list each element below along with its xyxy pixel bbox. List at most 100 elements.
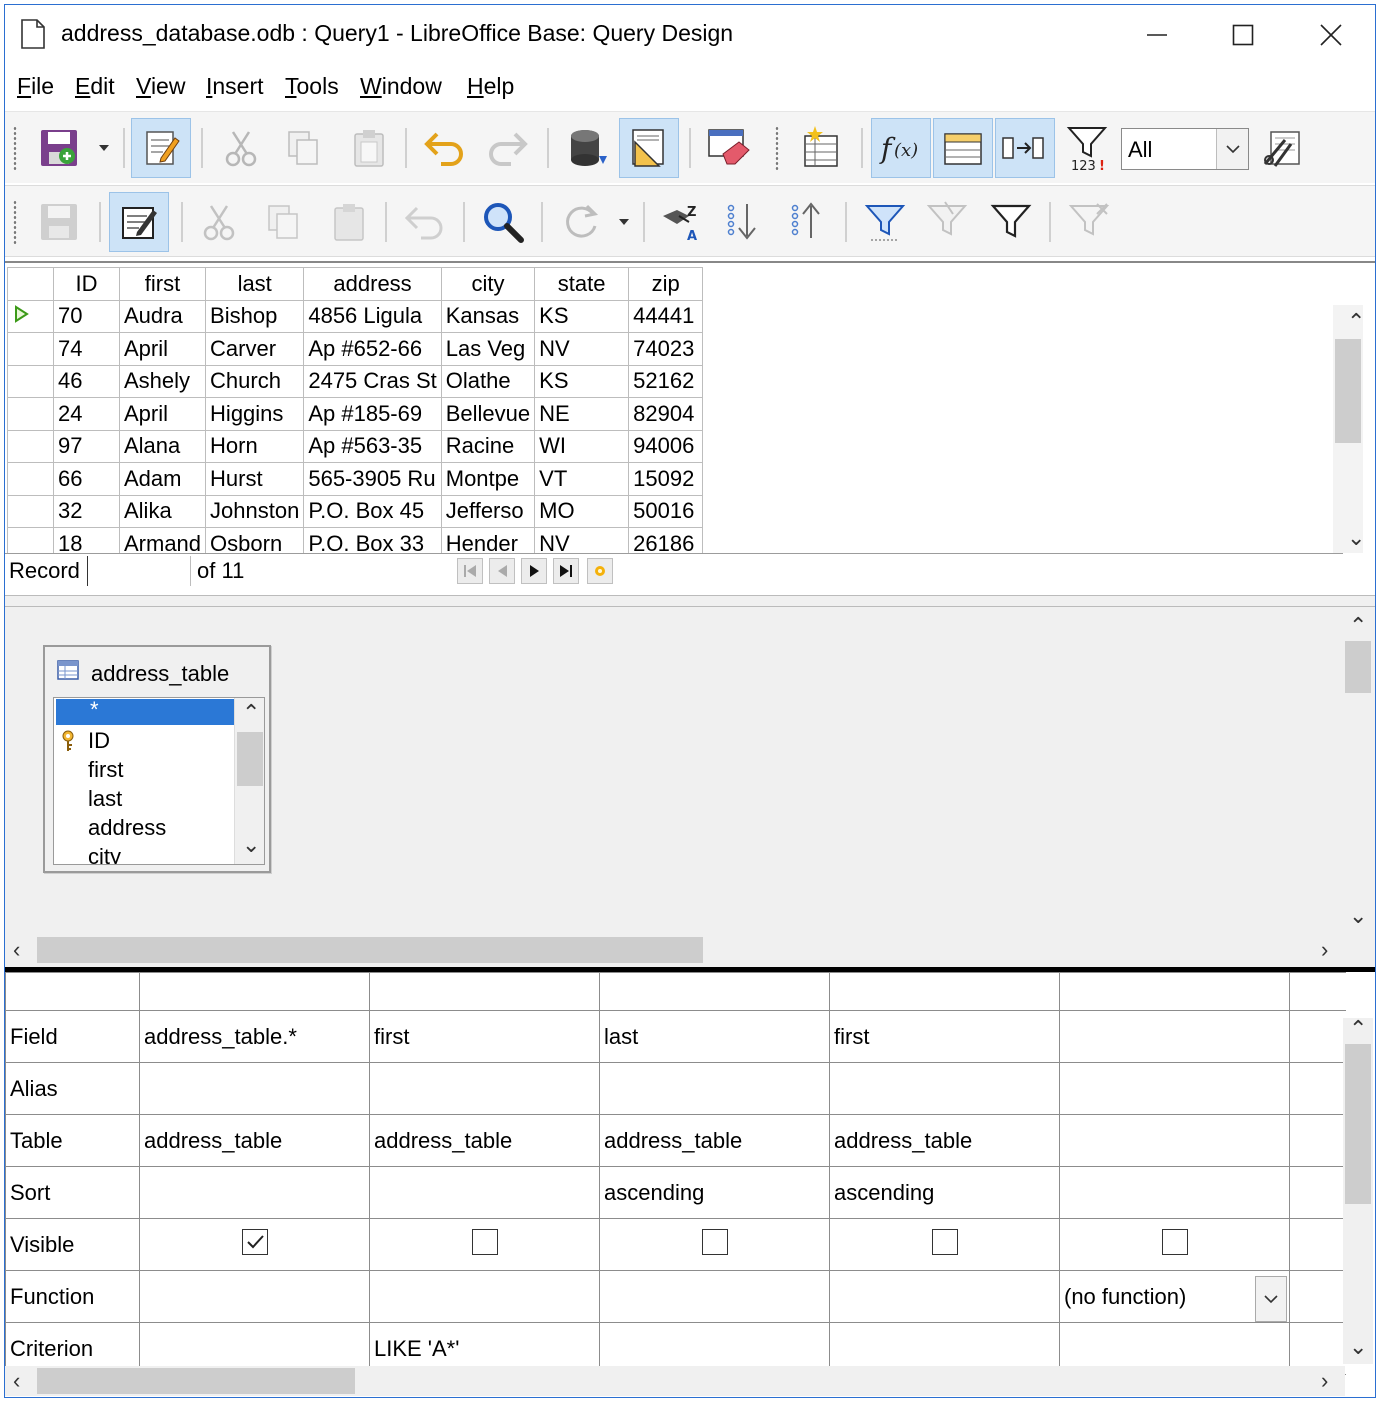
table-row[interactable]: 46 Ashely Church 2475 Cras St Olathe KS 52162 bbox=[7, 364, 704, 398]
toolbar-grip[interactable] bbox=[13, 126, 17, 170]
cell-state[interactable]: WI bbox=[534, 429, 630, 463]
sort-cell[interactable] bbox=[369, 1166, 600, 1219]
cell-city[interactable]: Olathe bbox=[440, 364, 536, 398]
field-cell[interactable]: last bbox=[599, 1010, 830, 1063]
sort-cell[interactable] bbox=[139, 1166, 370, 1219]
cell-id[interactable]: 97 bbox=[53, 429, 120, 463]
cell-zip[interactable]: 74023 bbox=[628, 332, 704, 366]
cell-address[interactable]: 4856 Ligula bbox=[303, 299, 442, 333]
table-cell[interactable]: address_table bbox=[829, 1114, 1060, 1167]
cell-city[interactable]: Las Veg bbox=[440, 332, 536, 366]
menu-file[interactable]: File bbox=[17, 73, 54, 100]
filter-button[interactable] bbox=[981, 192, 1041, 252]
clear-query-button[interactable] bbox=[699, 118, 759, 178]
row-header[interactable] bbox=[7, 462, 54, 496]
empty-cell[interactable] bbox=[1289, 1270, 1346, 1323]
visible-checkbox-cell[interactable] bbox=[369, 1218, 600, 1271]
paste-button[interactable] bbox=[339, 118, 399, 178]
cell-zip[interactable]: 94006 bbox=[628, 429, 704, 463]
cell-first[interactable]: Alana bbox=[118, 429, 207, 463]
scroll-left-icon[interactable]: ‹ bbox=[13, 1368, 20, 1394]
save-record-button[interactable] bbox=[29, 192, 89, 252]
minimize-button[interactable] bbox=[1127, 13, 1187, 57]
run-query-button[interactable] bbox=[557, 118, 617, 178]
alias-cell[interactable] bbox=[1059, 1062, 1290, 1115]
cell-first[interactable]: Adam bbox=[118, 462, 207, 496]
field-item-last[interactable]: last bbox=[54, 784, 264, 813]
scroll-thumb[interactable] bbox=[37, 937, 703, 963]
toolbar-grip[interactable] bbox=[13, 200, 17, 244]
table-row[interactable]: 24 April Higgins Ap #185-69 Bellevue NE 82904 bbox=[7, 397, 704, 431]
alias-cell[interactable] bbox=[369, 1062, 600, 1115]
cell-city[interactable]: Racine bbox=[440, 429, 536, 463]
paste-data-button[interactable] bbox=[319, 192, 379, 252]
cell-zip[interactable]: 15092 bbox=[628, 462, 704, 496]
visible-checkbox-cell[interactable] bbox=[1059, 1218, 1290, 1271]
cell-address[interactable]: Ap #652-66 bbox=[303, 332, 442, 366]
cell-state[interactable]: MO bbox=[534, 494, 630, 528]
distinct-values-button[interactable]: 123! bbox=[1059, 118, 1119, 178]
visible-checkbox-cell[interactable] bbox=[139, 1218, 370, 1271]
splitter-handle[interactable] bbox=[5, 595, 1375, 607]
toolbar-grip[interactable] bbox=[775, 126, 779, 170]
visible-checkbox[interactable] bbox=[1161, 1228, 1188, 1255]
cell-last[interactable]: Johnston bbox=[205, 494, 305, 528]
cell-id[interactable]: 74 bbox=[53, 332, 120, 366]
column-selector[interactable] bbox=[369, 972, 600, 1011]
scroll-down-icon[interactable]: ⌄ bbox=[1347, 525, 1365, 551]
cell-zip[interactable]: 44441 bbox=[628, 299, 704, 333]
column-selector[interactable] bbox=[139, 972, 370, 1011]
table-row[interactable]: 70 Audra Bishop 4856 Ligula Kansas KS 44441 bbox=[7, 299, 704, 333]
undo-button[interactable] bbox=[415, 118, 475, 178]
alias-cell[interactable] bbox=[599, 1062, 830, 1115]
function-cell[interactable] bbox=[599, 1270, 830, 1323]
cell-state[interactable]: KS bbox=[534, 364, 630, 398]
scroll-thumb[interactable] bbox=[237, 732, 263, 786]
table-window-address-table[interactable]: address_table * ID first last address ci… bbox=[43, 645, 271, 873]
find-record-button[interactable] bbox=[473, 192, 533, 252]
sort-cell[interactable]: ascending bbox=[829, 1166, 1060, 1219]
menu-help[interactable]: Help bbox=[467, 73, 514, 100]
function-select[interactable]: (no function) bbox=[1059, 1270, 1290, 1323]
cell-id[interactable]: 24 bbox=[53, 397, 120, 431]
cell-address[interactable]: Ap #185-69 bbox=[303, 397, 442, 431]
cell-id[interactable]: 32 bbox=[53, 494, 120, 528]
column-selector[interactable] bbox=[599, 972, 830, 1011]
cell-first[interactable]: Alika bbox=[118, 494, 207, 528]
visible-checkbox[interactable] bbox=[931, 1228, 958, 1255]
cell-id[interactable]: 66 bbox=[53, 462, 120, 496]
function-cell[interactable] bbox=[139, 1270, 370, 1323]
cell-city[interactable]: Kansas bbox=[440, 299, 536, 333]
cell-first[interactable]: April bbox=[118, 332, 207, 366]
row-header[interactable] bbox=[7, 429, 54, 463]
edit-query-button[interactable] bbox=[131, 118, 191, 178]
scroll-thumb[interactable] bbox=[1345, 641, 1371, 693]
cell-address[interactable]: 2475 Cras St bbox=[303, 364, 442, 398]
cell-first[interactable]: Ashely bbox=[118, 364, 207, 398]
table-cell[interactable]: address_table bbox=[139, 1114, 370, 1167]
scroll-down-icon[interactable]: ⌄ bbox=[242, 832, 260, 858]
row-header[interactable] bbox=[7, 299, 54, 333]
column-selector[interactable] bbox=[1289, 972, 1346, 1011]
row-header[interactable] bbox=[7, 364, 54, 398]
last-record-button[interactable] bbox=[553, 558, 579, 584]
empty-cell[interactable] bbox=[1289, 1062, 1346, 1115]
cell-last[interactable]: Higgins bbox=[205, 397, 305, 431]
record-number-input[interactable] bbox=[87, 556, 191, 586]
scroll-up-icon[interactable]: ⌃ bbox=[1349, 613, 1367, 639]
design-view-toggle[interactable] bbox=[619, 118, 679, 178]
limit-combo[interactable]: All bbox=[1121, 128, 1249, 170]
refresh-button[interactable] bbox=[551, 192, 611, 252]
cell-last[interactable]: Hurst bbox=[205, 462, 305, 496]
cell-zip[interactable]: 50016 bbox=[628, 494, 704, 528]
sort-cell[interactable] bbox=[1059, 1166, 1290, 1219]
table-row[interactable]: 66 Adam Hurst 565-3905 Ru Montpe VT 15092 bbox=[7, 462, 704, 496]
menu-insert[interactable]: Insert bbox=[206, 73, 264, 100]
row-header[interactable] bbox=[7, 494, 54, 528]
cell-state[interactable]: VT bbox=[534, 462, 630, 496]
new-record-button[interactable] bbox=[587, 558, 613, 584]
empty-cell[interactable] bbox=[1289, 1010, 1346, 1063]
column-selector[interactable] bbox=[1059, 972, 1290, 1011]
cell-state[interactable]: NV bbox=[534, 332, 630, 366]
row-header[interactable] bbox=[7, 332, 54, 366]
